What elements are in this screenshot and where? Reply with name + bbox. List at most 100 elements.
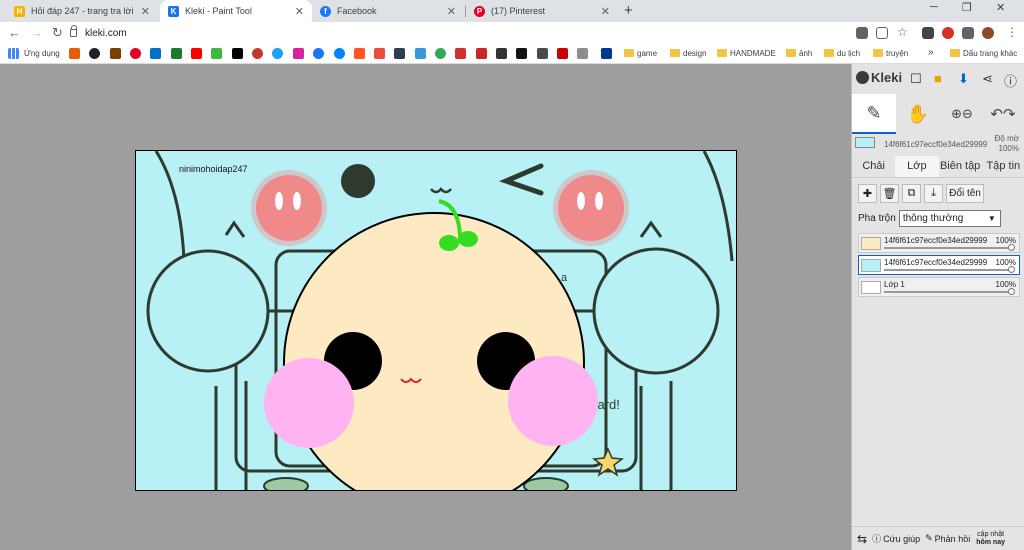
folder-icon	[786, 49, 796, 57]
bookmark-icon[interactable]	[537, 48, 548, 59]
new-tab-icon[interactable]: +	[624, 2, 633, 19]
help-button[interactable]: ⓘ Cứu giúp	[872, 532, 920, 545]
add-layer-button[interactable]: ✚	[858, 184, 877, 203]
bookmark-icon[interactable]	[476, 48, 487, 59]
bookmark-game[interactable]: game	[637, 49, 657, 58]
help-icon[interactable]: ⓘ	[1004, 71, 1017, 90]
canvas-workarea[interactable]: card! a ninimohoidap247	[0, 64, 851, 550]
bookmark-handmade[interactable]: HANDMADE	[730, 49, 776, 58]
drawing-canvas[interactable]: card! a ninimohoidap247	[135, 150, 737, 491]
undo-redo-button[interactable]: ↶↷	[981, 94, 1024, 134]
bookmark-icon[interactable]	[455, 48, 466, 59]
reload-icon[interactable]: ↻	[52, 25, 63, 41]
slider-handle[interactable]	[1008, 266, 1015, 273]
bookmark-icon[interactable]	[171, 48, 182, 59]
delete-layer-button[interactable]: 🗑	[880, 184, 899, 203]
tab-edit[interactable]: Biên tập	[939, 156, 982, 177]
bookmark-icon[interactable]	[577, 48, 588, 59]
tab-brush[interactable]: Chải	[852, 156, 895, 177]
layer-opacity-slider[interactable]	[884, 247, 1014, 249]
bookmark-apps[interactable]: Ứng dụng	[24, 49, 60, 58]
bookmark-icon[interactable]	[354, 48, 365, 59]
address-bar[interactable]: kleki.com	[70, 24, 850, 42]
swap-icon[interactable]: ⇆	[857, 532, 867, 546]
bookmark-other[interactable]: Dấu trang khác	[963, 49, 1017, 58]
bookmark-icon[interactable]	[394, 48, 405, 59]
bookmark-anh[interactable]: ảnh	[799, 49, 812, 58]
save-icon[interactable]: ■	[934, 71, 942, 86]
translate-icon[interactable]	[856, 27, 868, 39]
close-icon[interactable]: ✕	[601, 5, 610, 18]
hand-tool-button[interactable]: ✋	[896, 94, 940, 134]
layer-opacity-slider[interactable]	[884, 291, 1014, 293]
puzzle-icon[interactable]	[962, 27, 974, 39]
bookmark-design[interactable]: design	[683, 49, 707, 58]
pinterest-bookmark-icon[interactable]	[130, 48, 141, 59]
window-close-icon[interactable]: ✕	[996, 1, 1005, 14]
tab-pinterest[interactable]: P (17) Pinterest ✕	[466, 0, 618, 22]
minimize-icon[interactable]: ─	[930, 1, 938, 13]
forward-icon[interactable]: →	[30, 25, 43, 40]
brush-tool-button[interactable]: ✎	[852, 94, 896, 134]
undo-redo-icon: ↶↷	[990, 106, 1016, 123]
slider-handle[interactable]	[1008, 244, 1015, 251]
layer-item[interactable]: Lớp 1 100%	[858, 277, 1020, 297]
bookmark-icon[interactable]	[69, 48, 80, 59]
merge-layer-button[interactable]: ⤓	[924, 184, 943, 203]
share-icon[interactable]: ⋖	[982, 71, 993, 87]
update-notice[interactable]: cập nhật hôm nay	[976, 531, 1005, 547]
bookmark-icon[interactable]	[516, 48, 527, 59]
bookmark-icon[interactable]	[211, 48, 222, 59]
bookmark-icon[interactable]	[415, 48, 426, 59]
close-icon[interactable]: ✕	[295, 5, 304, 18]
facebook-bookmark-icon[interactable]	[313, 48, 324, 59]
tab-facebook[interactable]: f Facebook ✕	[312, 0, 464, 22]
duplicate-layer-button[interactable]: ⧉	[902, 184, 921, 203]
apps-grid-icon[interactable]	[8, 48, 19, 59]
bookmark-icon[interactable]	[252, 48, 263, 59]
bookmark-icon[interactable]	[557, 48, 568, 59]
messenger-bookmark-icon[interactable]	[334, 48, 345, 59]
layer-opacity-slider[interactable]	[884, 269, 1014, 271]
layer-item-selected[interactable]: 14f6f61c97eccf0e34ed29999 100%	[858, 255, 1020, 275]
adblock-icon[interactable]	[942, 27, 954, 39]
tab-hoidap[interactable]: H Hỏi đáp 247 - trang tra lời ✕	[6, 0, 158, 22]
tiktok-bookmark-icon[interactable]	[232, 48, 243, 59]
twitter-bookmark-icon[interactable]	[272, 48, 283, 59]
blend-mode-select[interactable]: thông thường ▼	[898, 210, 1001, 227]
star-icon[interactable]: ☆	[897, 25, 908, 39]
feedback-button[interactable]: ✎ Phản hồi	[925, 533, 970, 544]
extension-cast-icon[interactable]	[922, 27, 934, 39]
bookmark-dulich[interactable]: du lịch	[837, 49, 860, 58]
menu-dots-icon[interactable]: ⋮	[1006, 25, 1018, 39]
maps-bookmark-icon[interactable]	[435, 48, 446, 59]
bookmarks-overflow-button[interactable]: »	[928, 47, 934, 58]
slider-handle[interactable]	[1008, 288, 1015, 295]
close-icon[interactable]: ✕	[141, 5, 150, 18]
bookmark-icon[interactable]	[374, 48, 385, 59]
new-image-icon[interactable]: ☐	[910, 71, 922, 87]
bookmark-icon[interactable]	[110, 48, 121, 59]
playstation-bookmark-icon[interactable]	[601, 48, 612, 59]
close-icon[interactable]: ✕	[447, 5, 456, 18]
share-icon[interactable]	[876, 27, 888, 39]
bookmark-icon[interactable]	[89, 48, 100, 59]
tab-layers[interactable]: Lớp	[895, 156, 939, 177]
youtube-bookmark-icon[interactable]	[191, 48, 202, 59]
tab-file[interactable]: Tập tin	[982, 156, 1024, 177]
layer-preview-row: 14f6f61c97eccf0e34ed29999 Độ mờ 100%	[852, 134, 1024, 154]
tab-kleki[interactable]: K Kleki - Paint Tool ✕	[160, 0, 312, 22]
bookmark-truyen[interactable]: truyện	[886, 49, 908, 58]
zoom-tool-button[interactable]: ⊕⊖	[940, 94, 984, 134]
avatar[interactable]	[982, 27, 994, 39]
bookmark-icon[interactable]	[496, 48, 507, 59]
download-icon[interactable]: ⬇	[958, 71, 969, 87]
kleki-favicon-icon: K	[168, 5, 179, 17]
outlook-bookmark-icon[interactable]	[150, 48, 161, 59]
plus-icon: ✚	[862, 188, 873, 200]
layer-item[interactable]: 14f6f61c97eccf0e34ed29999 100%	[858, 233, 1020, 253]
back-icon[interactable]: ←	[8, 25, 21, 40]
maximize-icon[interactable]: ❐	[962, 1, 972, 14]
instagram-bookmark-icon[interactable]	[293, 48, 304, 59]
rename-layer-button[interactable]: Đổi tên	[946, 184, 984, 203]
